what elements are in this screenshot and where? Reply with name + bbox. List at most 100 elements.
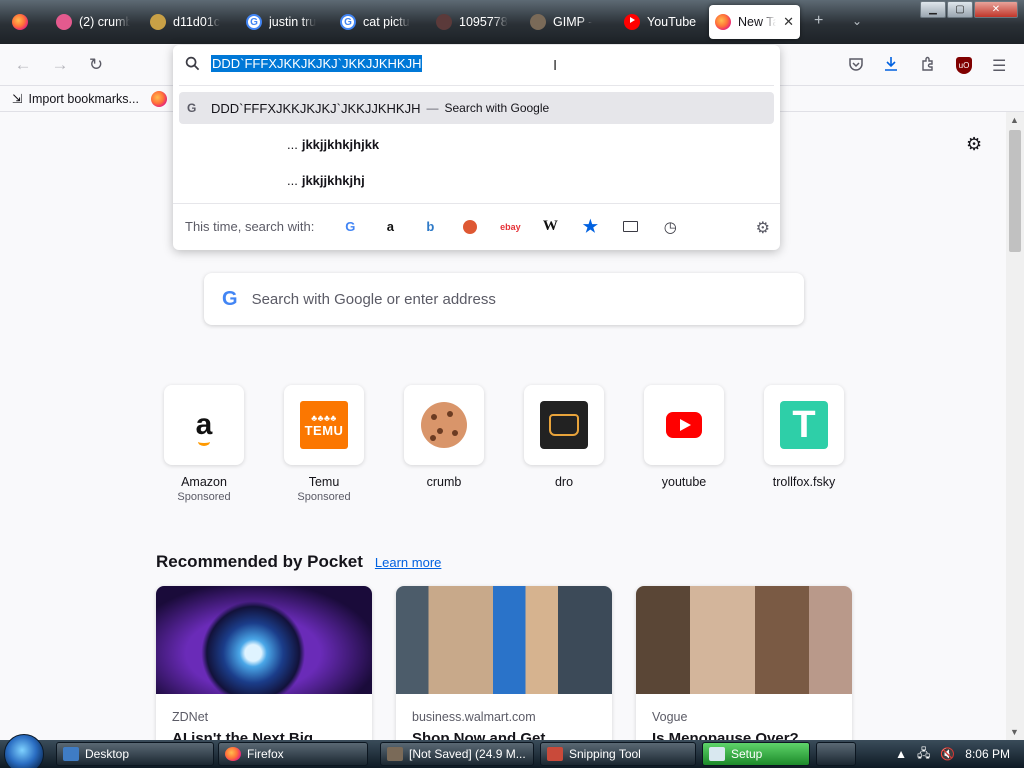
wikipedia-engine-icon[interactable]: W xyxy=(530,212,570,242)
site-name: dro xyxy=(554,475,574,489)
youtube-logo-icon xyxy=(666,412,702,438)
extensions-icon[interactable] xyxy=(920,56,936,76)
ebay-engine-icon[interactable]: ebay xyxy=(490,212,530,242)
amazon-logo-icon: a xyxy=(195,408,213,446)
snipping-tool-icon xyxy=(547,747,563,761)
taskbar-item-firefox[interactable]: Firefox xyxy=(218,742,368,766)
site-name: Amazon xyxy=(181,475,227,489)
pocket-icon[interactable] xyxy=(848,56,864,76)
google-engine-icon[interactable]: G xyxy=(330,212,370,242)
back-arrow-icon[interactable]: ← xyxy=(11,53,35,77)
bing-engine-icon[interactable]: b xyxy=(410,212,450,242)
firefox-icon xyxy=(715,14,731,30)
new-tab-plus-icon[interactable]: + xyxy=(814,12,823,30)
clock[interactable]: 8:06 PM xyxy=(965,747,1010,761)
tab-new-tab[interactable]: New Ta ✕ xyxy=(709,5,800,39)
tab-crumb[interactable]: (2) crumb xyxy=(50,5,136,39)
network-icon[interactable]: 🖧 xyxy=(917,744,930,765)
site-tile[interactable]: a xyxy=(164,385,244,465)
suggestion-text: jkkjjkhkjhj xyxy=(301,172,365,188)
amazon-engine-icon[interactable]: a xyxy=(370,212,410,242)
tray-expand-icon[interactable]: ▲ xyxy=(895,747,907,761)
learn-more-link[interactable]: Learn more xyxy=(375,555,441,570)
forward-arrow-icon[interactable]: → xyxy=(48,53,72,77)
google-icon: G xyxy=(340,14,356,30)
suggestion-item[interactable]: ... jkkjjkhkjhj xyxy=(179,164,774,196)
start-button-icon[interactable] xyxy=(4,734,44,768)
scroll-down-arrow-icon[interactable]: ▼ xyxy=(1010,727,1019,737)
suggestion-prefix: ... xyxy=(287,172,298,188)
divider xyxy=(179,85,774,86)
scroll-up-arrow-icon[interactable]: ▲ xyxy=(1010,115,1019,125)
top-site-youtube[interactable]: youtube xyxy=(634,385,734,489)
top-site-trollfox[interactable]: T trollfox.fsky xyxy=(754,385,854,489)
tab-firefox[interactable] xyxy=(6,5,40,39)
reload-icon[interactable]: ↻ xyxy=(84,53,108,77)
maximize-button[interactable]: ▢ xyxy=(947,1,973,18)
taskbar-item-setup[interactable]: Setup xyxy=(702,742,810,766)
taskbar-item-desktop[interactable]: Desktop xyxy=(56,742,214,766)
taskbar-item-snipping-tool[interactable]: Snipping Tool xyxy=(540,742,696,766)
taskbar-item-extra[interactable] xyxy=(816,742,856,766)
site-tile[interactable] xyxy=(644,385,724,465)
card-source: business.walmart.com xyxy=(412,710,536,724)
site-tile[interactable] xyxy=(524,385,604,465)
close-tab-icon[interactable]: ✕ xyxy=(783,14,794,30)
top-site-dro[interactable]: dro xyxy=(514,385,614,489)
suggestion-search-google[interactable]: G DDD`FFFXJKKJKJKJ`JKKJJKHKJH — Search w… xyxy=(179,92,774,124)
newtab-search-box[interactable]: G Search with Google or enter address xyxy=(204,273,804,325)
tab-cat[interactable]: G cat pictu xyxy=(334,5,420,39)
url-input[interactable]: DDD`FFFXJKKJKJKJ`JKKJJKHKJH xyxy=(211,55,423,72)
taskbar-item-label: Snipping Tool xyxy=(569,747,641,761)
tab-label: (2) crumb xyxy=(79,15,130,29)
minimize-button[interactable]: ▁ xyxy=(920,1,946,18)
tab-gimp[interactable]: GIMP - xyxy=(524,5,612,39)
engines-label: This time, search with: xyxy=(185,219,315,234)
temu-logo-icon: ♣♣♣♣ TEMU xyxy=(300,401,348,449)
pocket-card[interactable]: business.walmart.com Shop Now and Get xyxy=(396,586,612,740)
tab-label: New Ta xyxy=(738,15,777,29)
bookmarks-star-icon[interactable]: ★ xyxy=(570,212,610,242)
text-cursor-icon: I xyxy=(553,57,558,74)
tab-youtube[interactable]: YouTube xyxy=(618,5,706,39)
url-input-selected-text: DDD`FFFXJKKJKJKJ`JKKJJKHKJH xyxy=(211,55,423,72)
history-clock-icon[interactable]: ◷ xyxy=(650,212,690,242)
top-site-amazon[interactable]: a Amazon Sponsored xyxy=(154,385,254,503)
hamburger-menu-icon[interactable]: ☰ xyxy=(992,56,1006,76)
personalize-gear-icon[interactable]: ⚙ xyxy=(966,134,982,155)
windows-taskbar: Desktop Firefox [Not Saved] (24.9 M... S… xyxy=(0,734,1024,768)
tab-justin[interactable]: G justin tru xyxy=(240,5,326,39)
taskbar-item-gimp[interactable]: [Not Saved] (24.9 M... xyxy=(380,742,534,766)
scroll-thumb[interactable] xyxy=(1009,130,1021,252)
import-bookmarks-button[interactable]: ⇲ Import bookmarks... xyxy=(12,91,139,107)
volume-muted-icon[interactable]: 🔇 xyxy=(940,747,955,761)
firefox-bookmark-icon[interactable] xyxy=(151,91,167,107)
suggestion-item[interactable]: ... jkkjjkhkjhjkk xyxy=(179,128,774,160)
search-settings-gear-icon[interactable]: ⚙ xyxy=(756,218,770,238)
ublock-origin-icon[interactable]: uO xyxy=(956,57,972,74)
card-title: Is Menopause Over? xyxy=(652,730,799,740)
top-site-temu[interactable]: ♣♣♣♣ TEMU Temu Sponsored xyxy=(274,385,374,503)
window-controls: ▁ ▢ ✕ xyxy=(920,1,1018,18)
site-tile[interactable]: T xyxy=(764,385,844,465)
downloads-icon[interactable] xyxy=(883,56,899,76)
top-site-crumb[interactable]: crumb xyxy=(394,385,494,489)
page-scrollbar[interactable]: ▲ ▼ xyxy=(1006,112,1024,740)
list-all-tabs-icon[interactable]: ⌄ xyxy=(852,14,862,28)
pocket-card[interactable]: ZDNet AI isn't the Next Big xyxy=(156,586,372,740)
site-tile[interactable]: ♣♣♣♣ TEMU xyxy=(284,385,364,465)
cookie-icon xyxy=(421,402,467,448)
tab-image[interactable]: 1095778 xyxy=(430,5,516,39)
duckduckgo-engine-icon[interactable] xyxy=(450,212,490,242)
card-image xyxy=(156,586,372,694)
card-image xyxy=(636,586,852,694)
taskbar-item-label: Setup xyxy=(731,747,763,761)
tab-folder[interactable]: d11d01c xyxy=(144,5,230,39)
suggestion-separator: — xyxy=(426,101,439,115)
boot-icon xyxy=(540,401,588,449)
close-button[interactable]: ✕ xyxy=(974,1,1018,18)
pocket-card[interactable]: Vogue Is Menopause Over? xyxy=(636,586,852,740)
suggestion-prefix: ... xyxy=(287,136,298,152)
tabs-icon[interactable] xyxy=(610,212,650,242)
site-tile[interactable] xyxy=(404,385,484,465)
